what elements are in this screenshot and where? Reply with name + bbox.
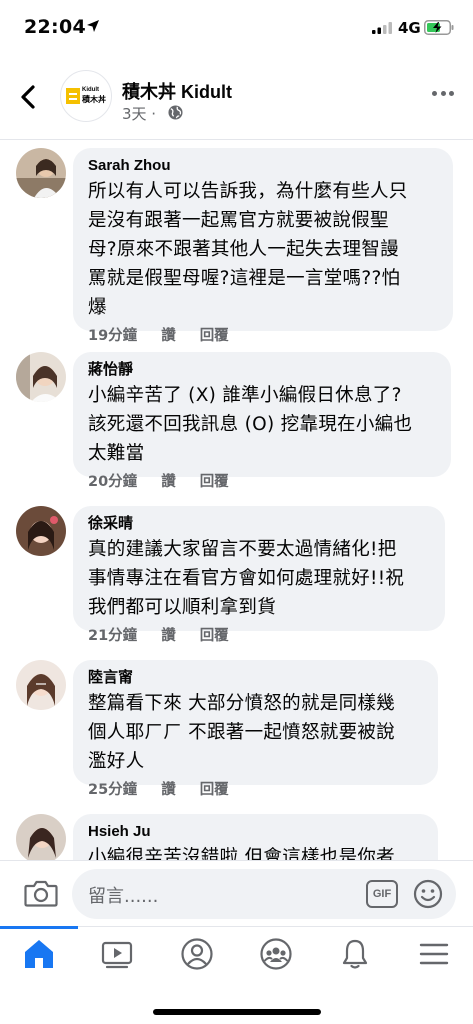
- comment-line: 小編很辛苦沒錯啦 但會這樣也是你者: [88, 847, 395, 860]
- page-avatar[interactable]: Kidult 積木丼: [60, 70, 112, 122]
- avatar[interactable]: [16, 352, 66, 402]
- kidult-logo-mark: [66, 88, 80, 104]
- emoji-icon[interactable]: [413, 879, 443, 909]
- comment-line: 太難當: [88, 443, 145, 464]
- like-button[interactable]: 讚: [161, 328, 176, 344]
- network-type: 4G: [398, 19, 421, 37]
- comment-bubble[interactable]: 陸言甯 整篇看下來 大部分憤怒的就是同樣幾 個人耶ㄏㄏ 不跟著一起憤怒就要被說 …: [73, 660, 438, 785]
- comment-meta: 25分鐘 讚 回覆: [88, 778, 253, 799]
- comment-bubble[interactable]: Hsieh Ju 小編很辛苦沒錯啦 但會這樣也是你者: [73, 814, 438, 860]
- avatar[interactable]: [16, 814, 66, 860]
- comment-line: 小編辛苦了 (X) 誰準小編假日休息了?: [88, 385, 402, 406]
- comment-line: 是沒有跟著一起罵官方就要被說假聖: [88, 210, 389, 231]
- comment-input[interactable]: 留言...... GIF: [72, 869, 456, 919]
- comment-time: 25分鐘: [88, 782, 138, 798]
- comment-line: 事情專注在看官方會如何處理就好!!祝: [88, 568, 405, 589]
- comment-line: 母?原來不跟著其他人一起失去理智謾: [88, 239, 399, 260]
- comment-meta: 21分鐘 讚 回覆: [88, 624, 253, 645]
- comment-input-placeholder[interactable]: 留言......: [88, 882, 158, 908]
- camera-icon[interactable]: [24, 879, 58, 907]
- gif-button[interactable]: GIF: [366, 880, 398, 908]
- comment-meta: 20分鐘 讚 回覆: [88, 470, 253, 491]
- page-name[interactable]: 積木丼 Kidult: [122, 78, 232, 104]
- comment-line: 整篇看下來 大部分憤怒的就是同樣幾: [88, 693, 395, 714]
- signal-icon: [372, 22, 392, 34]
- comment-line: 爆: [88, 297, 107, 318]
- comment-bubble[interactable]: Sarah Zhou 所以有人可以告訴我，為什麼有些人只 是沒有跟著一起罵官方就…: [73, 148, 453, 331]
- comment-line: 罵就是假聖母喔?這裡是一言堂嗎??怕: [88, 268, 401, 289]
- like-button[interactable]: 讚: [161, 628, 176, 644]
- home-icon[interactable]: [22, 937, 56, 971]
- comment-line: 該死還不回我訊息 (O) 挖靠現在小編也: [88, 414, 413, 435]
- globe-icon: [168, 105, 183, 120]
- commenter-name[interactable]: 徐采晴: [88, 513, 433, 535]
- groups-icon[interactable]: [259, 937, 293, 971]
- active-tab-indicator: [0, 926, 78, 929]
- reply-button[interactable]: 回覆: [200, 782, 229, 798]
- logo-text-zh: 積木丼: [82, 95, 106, 104]
- comment-text: 小編很辛苦沒錯啦 但會這樣也是你者: [88, 843, 426, 860]
- status-bar: 22:04 4G: [0, 0, 473, 60]
- location-arrow-icon: [87, 20, 99, 32]
- home-indicator: [153, 1009, 321, 1015]
- comment-text: 小編辛苦了 (X) 誰準小編假日休息了? 該死還不回我訊息 (O) 挖靠現在小編…: [88, 381, 439, 468]
- post-header: Kidult 積木丼 積木丼 Kidult 3天 ·: [0, 60, 473, 140]
- comment-time: 19分鐘: [88, 328, 138, 344]
- menu-icon[interactable]: [417, 937, 451, 971]
- comment-time: 21分鐘: [88, 628, 138, 644]
- comment-meta: 19分鐘 讚 回覆: [88, 324, 253, 345]
- reply-button[interactable]: 回覆: [200, 628, 229, 644]
- reply-button[interactable]: 回覆: [200, 328, 229, 344]
- watch-icon[interactable]: [100, 937, 134, 971]
- battery-charging-icon: [424, 20, 454, 35]
- comment-text: 真的建議大家留言不要太過情緒化!把 事情專注在看官方會如何處理就好!!祝 我們都…: [88, 535, 433, 622]
- post-timestamp[interactable]: 3天 ·: [122, 103, 156, 124]
- like-button[interactable]: 讚: [161, 474, 176, 490]
- comment-line: 我們都可以順利拿到貨: [88, 597, 277, 618]
- profile-icon[interactable]: [180, 937, 214, 971]
- comment-bubble[interactable]: 徐采晴 真的建議大家留言不要太過情緒化!把 事情專注在看官方會如何處理就好!!祝…: [73, 506, 445, 631]
- comment-bubble[interactable]: 蔣怡靜 小編辛苦了 (X) 誰準小編假日休息了? 該死還不回我訊息 (O) 挖靠…: [73, 352, 451, 477]
- commenter-name[interactable]: Hsieh Ju: [88, 821, 426, 843]
- comment-line: 濫好人: [88, 751, 145, 772]
- comment-time: 20分鐘: [88, 474, 138, 490]
- back-button[interactable]: [18, 84, 40, 110]
- commenter-name[interactable]: 陸言甯: [88, 667, 426, 689]
- reply-button[interactable]: 回覆: [200, 474, 229, 490]
- comments-list: Sarah Zhou 所以有人可以告訴我，為什麼有些人只 是沒有跟著一起罵官方就…: [0, 140, 473, 860]
- comment-text: 所以有人可以告訴我，為什麼有些人只 是沒有跟著一起罵官方就要被說假聖 母?原來不…: [88, 177, 441, 322]
- more-options-button[interactable]: [432, 91, 454, 99]
- comment-line: 真的建議大家留言不要太過情緒化!把: [88, 539, 397, 560]
- avatar[interactable]: [16, 506, 66, 556]
- comment-text: 整篇看下來 大部分憤怒的就是同樣幾 個人耶ㄏㄏ 不跟著一起憤怒就要被說 濫好人: [88, 689, 426, 776]
- status-time: 22:04: [24, 16, 86, 38]
- logo-text-en: Kidult: [82, 87, 99, 93]
- bottom-tab-bar: [0, 926, 473, 1024]
- avatar[interactable]: [16, 148, 66, 198]
- comment-line: 所以有人可以告訴我，為什麼有些人只: [88, 181, 408, 202]
- comment-line: 個人耶ㄏㄏ 不跟著一起憤怒就要被說: [88, 722, 395, 743]
- avatar[interactable]: [16, 660, 66, 710]
- comment-composer: 留言...... GIF: [0, 860, 473, 926]
- like-button[interactable]: 讚: [161, 782, 176, 798]
- commenter-name[interactable]: 蔣怡靜: [88, 359, 439, 381]
- notifications-icon[interactable]: [338, 937, 372, 971]
- commenter-name[interactable]: Sarah Zhou: [88, 155, 441, 177]
